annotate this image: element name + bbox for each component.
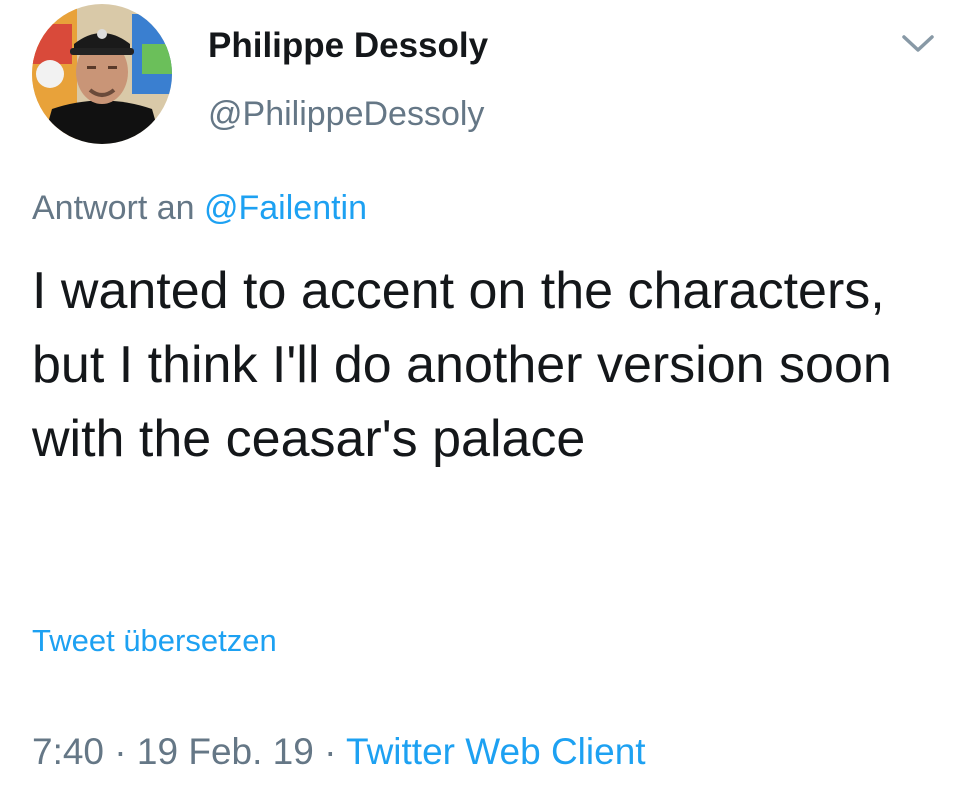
tweet-meta: 7:40 · 19 Feb. 19 · Twitter Web Client [32, 729, 646, 775]
meta-separator: · [104, 731, 137, 772]
tweet-date[interactable]: 19 Feb. 19 [137, 731, 314, 772]
display-name[interactable]: Philippe Dessoly [208, 24, 488, 68]
avatar[interactable] [32, 4, 172, 144]
meta-separator: · [313, 731, 347, 772]
tweet-time[interactable]: 7:40 [32, 731, 104, 772]
tweet-text: I wanted to accent on the characters, bu… [32, 262, 892, 468]
reply-context: Antwort an @Failentin [32, 186, 367, 230]
chevron-down-icon[interactable] [898, 30, 938, 58]
reply-mention-link[interactable]: @Failentin [204, 189, 367, 227]
profile-photo [32, 4, 172, 144]
translate-tweet-link[interactable]: Tweet übersetzen [32, 620, 277, 662]
user-handle[interactable]: @PhilippeDessoly [208, 92, 484, 136]
reply-prefix: Antwort an [32, 189, 195, 227]
tweet-client-link[interactable]: Twitter Web Client [346, 731, 646, 772]
